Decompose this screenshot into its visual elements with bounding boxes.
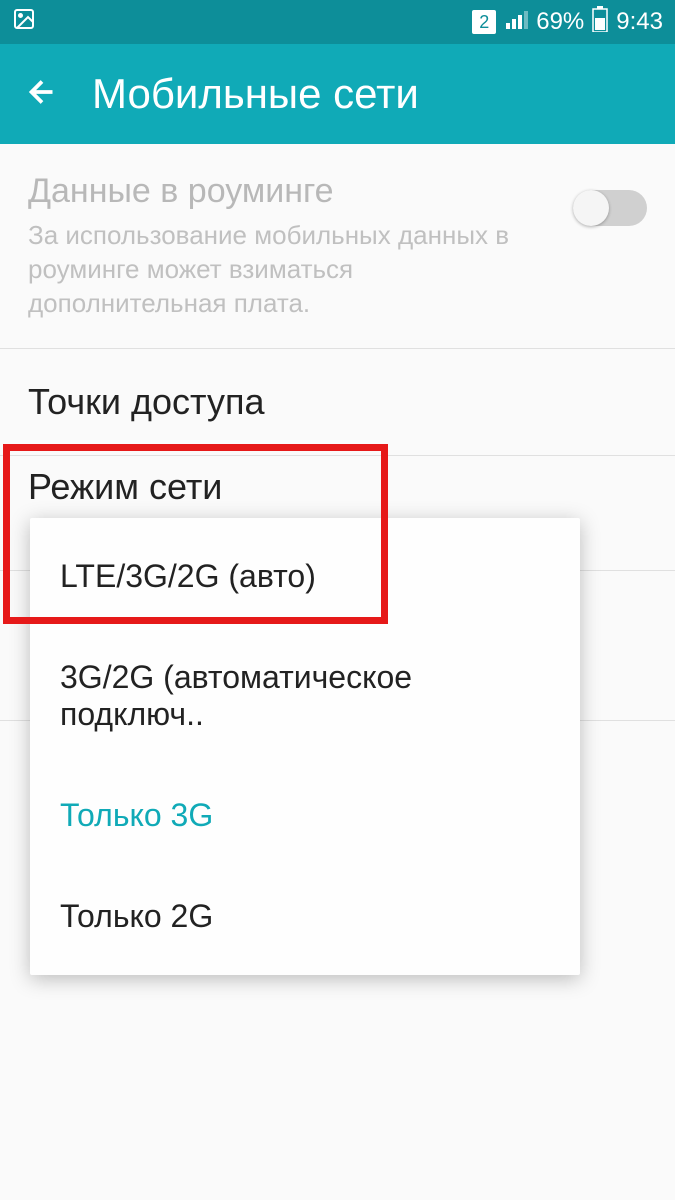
back-button[interactable] bbox=[24, 74, 60, 115]
apn-title: Точки доступа bbox=[28, 381, 647, 423]
network-option-2g[interactable]: Только 2G bbox=[30, 866, 580, 967]
picture-icon bbox=[12, 7, 36, 38]
roaming-text: Данные в роуминге За использование мобил… bbox=[28, 172, 553, 320]
sim-indicator: 2 bbox=[472, 10, 496, 34]
status-left bbox=[12, 7, 36, 38]
network-mode-title: Режим сети bbox=[28, 466, 222, 508]
network-option-lte[interactable]: LTE/3G/2G (авто) bbox=[30, 526, 580, 627]
roaming-description: За использование мобильных данных в роум… bbox=[28, 219, 553, 320]
toggle-thumb bbox=[573, 190, 609, 226]
status-right: 2 69% 9:43 bbox=[472, 6, 663, 39]
network-option-3g2g[interactable]: 3G/2G (автоматическое подключ.. bbox=[30, 627, 580, 765]
status-bar: 2 69% 9:43 bbox=[0, 0, 675, 44]
clock: 9:43 bbox=[616, 8, 663, 36]
network-option-3g[interactable]: Только 3G bbox=[30, 765, 580, 866]
page-title: Мобильные сети bbox=[92, 70, 419, 118]
battery-icon bbox=[592, 6, 608, 39]
signal-icon bbox=[504, 7, 528, 38]
battery-percent: 69% bbox=[536, 8, 584, 36]
apn-setting[interactable]: Точки доступа bbox=[0, 349, 675, 456]
roaming-setting[interactable]: Данные в роуминге За использование мобил… bbox=[0, 144, 675, 349]
app-bar: Мобильные сети bbox=[0, 44, 675, 144]
roaming-toggle[interactable] bbox=[573, 190, 647, 226]
settings-content: Данные в роуминге За использование мобил… bbox=[0, 144, 675, 456]
roaming-title: Данные в роуминге bbox=[28, 172, 553, 211]
network-mode-popup: LTE/3G/2G (авто) 3G/2G (автоматическое п… bbox=[30, 518, 580, 975]
